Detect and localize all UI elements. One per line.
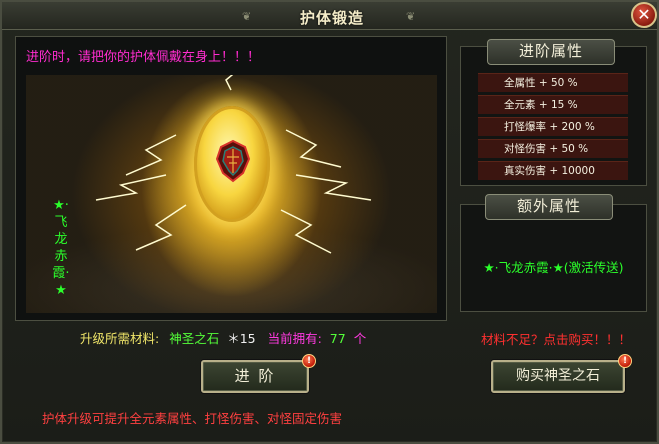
glowing-egg-icon <box>194 106 270 222</box>
window-title: 护体锻造 <box>299 9 364 27</box>
buy-alert-icon: ! <box>618 354 632 368</box>
title-bar: ❦ 护体锻造 ❦ ✕ <box>2 2 657 30</box>
advance-alert-icon: ! <box>302 354 316 368</box>
material-unit: 个 <box>353 331 367 346</box>
materials-label: 升级所需材料: <box>80 331 160 346</box>
armor-shield-icon <box>215 139 251 183</box>
material-owned-label: 当前拥有: <box>267 331 322 346</box>
title-ornament-right-icon: ❦ <box>406 10 416 23</box>
attribute-row: 打怪爆率 + 200 % <box>478 117 628 136</box>
title-ornament-left-icon: ❦ <box>242 10 252 23</box>
attribute-row: 全属性 + 50 % <box>478 73 628 92</box>
material-name: 神圣之石 <box>169 331 220 346</box>
buy-prompt-link[interactable]: 材料不足？点击购买！！！ <box>481 329 631 348</box>
material-required-qty: ＊15 <box>227 331 256 346</box>
equip-warning-text: 进阶时，请把你的护体佩戴在身上！！！ <box>26 50 261 65</box>
forge-scene-image: ★·飞龙赤霞·★ <box>26 75 437 313</box>
buy-stone-button[interactable]: 购买神圣之石 <box>491 360 625 393</box>
forge-display-panel: 进阶时，请把你的护体佩戴在身上！！！ ★·飞龙赤霞·★ <box>15 36 447 321</box>
attribute-row: 真实伤害 + 10000 <box>478 161 628 180</box>
materials-requirement: 升级所需材料: 神圣之石 ＊15 当前拥有: 77 个 <box>80 328 366 347</box>
attribute-row: 对怪伤害 + 50 % <box>478 139 628 158</box>
material-owned-value: 77 <box>329 331 346 346</box>
forge-window: ❦ 护体锻造 ❦ ✕ 进阶时，请把你的护体佩戴在身上！！！ ★·飞龙赤霞·★ 升… <box>0 0 659 444</box>
advance-button[interactable]: 进 阶 <box>201 360 309 393</box>
close-button[interactable]: ✕ <box>631 2 657 28</box>
advance-attributes-header: 进阶属性 <box>487 39 615 65</box>
extra-attribute-text: ★·飞龙赤霞·★(激活传送) <box>483 260 624 275</box>
equipment-name-vertical: ★·飞龙赤霞·★ <box>52 198 70 298</box>
attribute-row: 全元素 + 15 % <box>478 95 628 114</box>
extra-attributes-header: 额外属性 <box>485 194 613 220</box>
upgrade-description: 护体升级可提升全元素属性、打怪伤害、对怪固定伤害 <box>42 411 343 426</box>
